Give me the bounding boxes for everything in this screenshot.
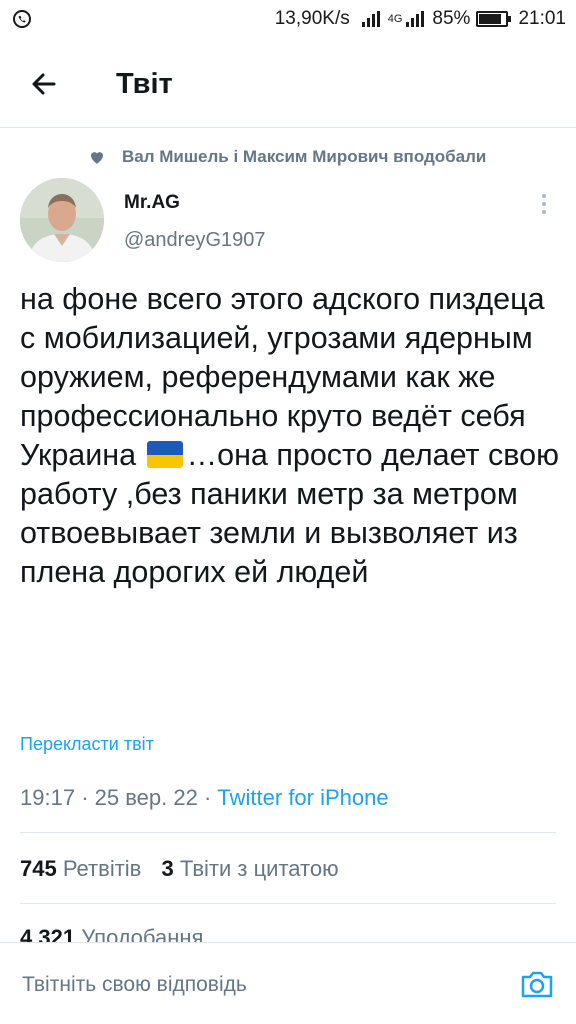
tweet-time: 19:17	[20, 785, 76, 810]
social-context[interactable]: Вал Мишель і Максим Мирович вподобали	[88, 146, 486, 168]
signal-icon-2	[406, 11, 425, 27]
network-speed: 13,90K/s	[274, 8, 350, 29]
camera-icon[interactable]	[520, 969, 554, 999]
tweet-source-link[interactable]: Twitter for iPhone	[217, 785, 388, 810]
messenger-notification-icon	[13, 10, 31, 28]
ukraine-flag-icon	[146, 441, 183, 468]
translate-tweet-link[interactable]: Перекласти твіт	[20, 734, 154, 755]
quotes-label: Твіти з цитатою	[179, 856, 339, 881]
battery-percent: 85%	[432, 8, 471, 29]
back-arrow-icon[interactable]	[24, 64, 64, 104]
quotes-count: 3	[161, 856, 174, 881]
tweet-date: 25 вер. 22	[94, 785, 198, 810]
retweets-stat[interactable]: 745 Ретвітів	[20, 856, 141, 881]
heart-icon	[91, 152, 103, 164]
quotes-stat[interactable]: 3 Твіти з цитатою	[161, 856, 338, 881]
author-handle[interactable]: @andreyG1907	[124, 229, 266, 252]
likes-stat[interactable]: 4 321 Уподобання	[20, 925, 203, 943]
tweet-stats: 745 Ретвітів 3 Твіти з цитатою	[20, 856, 339, 882]
tweet-text: на фоне всего этого адского пиздеца с мо…	[20, 280, 560, 592]
avatar[interactable]	[20, 178, 104, 262]
tweet-meta: 19:17 · 25 вер. 22 · Twitter for iPhone	[20, 785, 389, 811]
network-type: 4G	[387, 13, 403, 25]
page-title: Твіт	[116, 68, 173, 100]
likes-count: 4 321	[20, 925, 76, 943]
clock: 21:01	[518, 8, 566, 29]
divider-2	[20, 903, 556, 904]
social-context-text: Вал Мишель і Максим Мирович вподобали	[122, 147, 487, 166]
retweets-count: 745	[20, 856, 57, 881]
author-name[interactable]: Mr.AG	[124, 192, 180, 214]
signal-icon	[361, 11, 380, 27]
likes-label: Уподобання	[81, 925, 204, 943]
more-options-icon[interactable]	[532, 190, 556, 218]
reply-bar: Твітніть свою відповідь	[0, 942, 576, 1024]
top-app-bar: Твіт	[0, 40, 576, 128]
divider	[20, 832, 556, 833]
avatar-image	[20, 178, 104, 262]
retweets-label: Ретвітів	[62, 856, 142, 881]
reply-input[interactable]: Твітніть свою відповідь	[22, 973, 247, 997]
battery-icon	[476, 11, 512, 27]
meta-separator: ·	[81, 785, 89, 810]
meta-separator-2: ·	[203, 785, 212, 810]
status-bar: 13,90K/s 4G 85% 21:01	[0, 0, 576, 40]
